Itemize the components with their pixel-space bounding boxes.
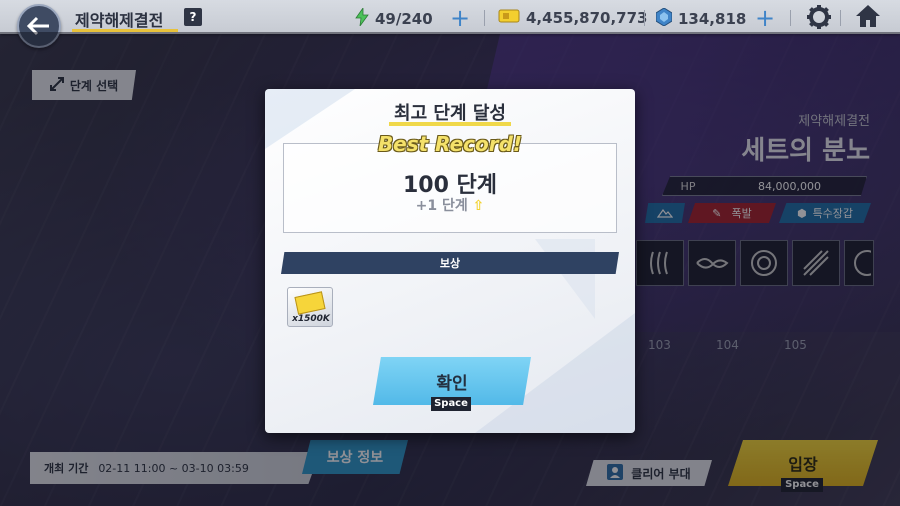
stage-delta: +1 단계 ⇧ <box>265 195 635 215</box>
reward-quantity: x1500K <box>292 314 330 324</box>
best-record-modal: 최고 단계 달성 Best Record! 100 단계 +1 단계 ⇧ 보상 … <box>265 89 635 433</box>
gold-value: 4,455,870,773 <box>526 9 648 27</box>
stamina-display: 49/240 <box>355 6 433 30</box>
add-gem-button[interactable]: + <box>755 4 775 32</box>
gem-icon <box>655 7 673 30</box>
stage-delta-value: +1 단계 <box>415 198 468 214</box>
decoration <box>535 239 595 319</box>
gem-value: 134,818 <box>678 10 747 28</box>
divider <box>840 10 841 26</box>
lightning-icon <box>355 6 369 30</box>
divider <box>644 10 645 26</box>
help-button[interactable]: ? <box>184 8 202 26</box>
page-title: 제약해제결전 <box>75 11 164 30</box>
modal-title: 최고 단계 달성 <box>394 103 506 124</box>
best-record-label: Best Record! <box>377 132 523 156</box>
add-stamina-button[interactable]: + <box>450 4 470 32</box>
ticket-icon <box>294 291 326 315</box>
home-icon[interactable] <box>855 4 881 28</box>
gold-display: 4,455,870,773 <box>498 8 647 28</box>
reward-header: 보상 <box>281 252 619 274</box>
stamina-value: 49/240 <box>375 10 433 28</box>
ticket-icon <box>498 8 520 28</box>
top-bar: 제약해제결전 ? 49/240 + 4,455,870,773 134,818 … <box>0 0 900 34</box>
divider <box>790 10 791 26</box>
up-arrow-icon: ⇧ <box>472 198 485 214</box>
divider <box>484 10 485 26</box>
gem-display: 134,818 <box>655 7 747 30</box>
reward-item[interactable]: x1500K <box>287 287 333 327</box>
confirm-key-hint: Space <box>431 397 471 411</box>
